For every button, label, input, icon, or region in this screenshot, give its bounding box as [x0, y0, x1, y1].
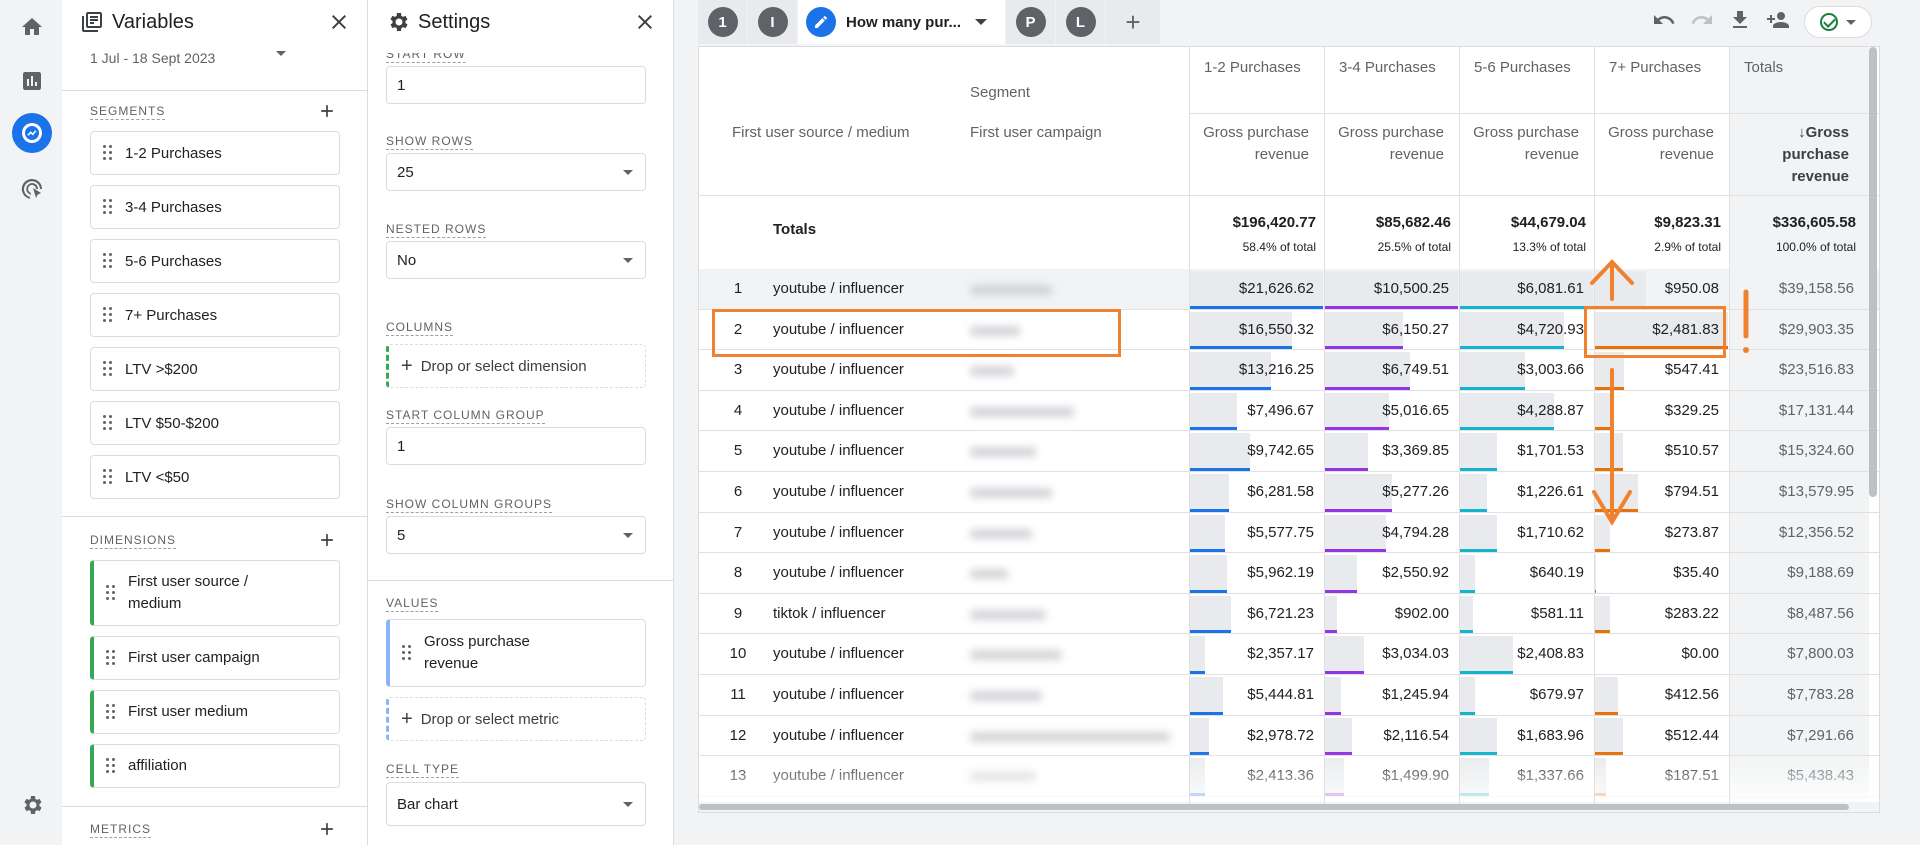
variables-header: Variables — [62, 0, 367, 44]
exclamation-dot — [1743, 347, 1749, 353]
close-icon[interactable] — [327, 10, 351, 34]
settings-gear-icon — [390, 13, 408, 31]
settings-header: Settings — [368, 0, 673, 44]
variables-icon — [82, 12, 102, 32]
exploration-editor: Variables 1 Jul - 18 Sept 2023 SEGMENTS … — [0, 0, 1920, 845]
close-icon[interactable] — [633, 10, 657, 34]
annotation-arrows — [1590, 259, 1749, 526]
settings-title: Settings — [418, 10, 491, 33]
variables-title: Variables — [112, 10, 194, 33]
